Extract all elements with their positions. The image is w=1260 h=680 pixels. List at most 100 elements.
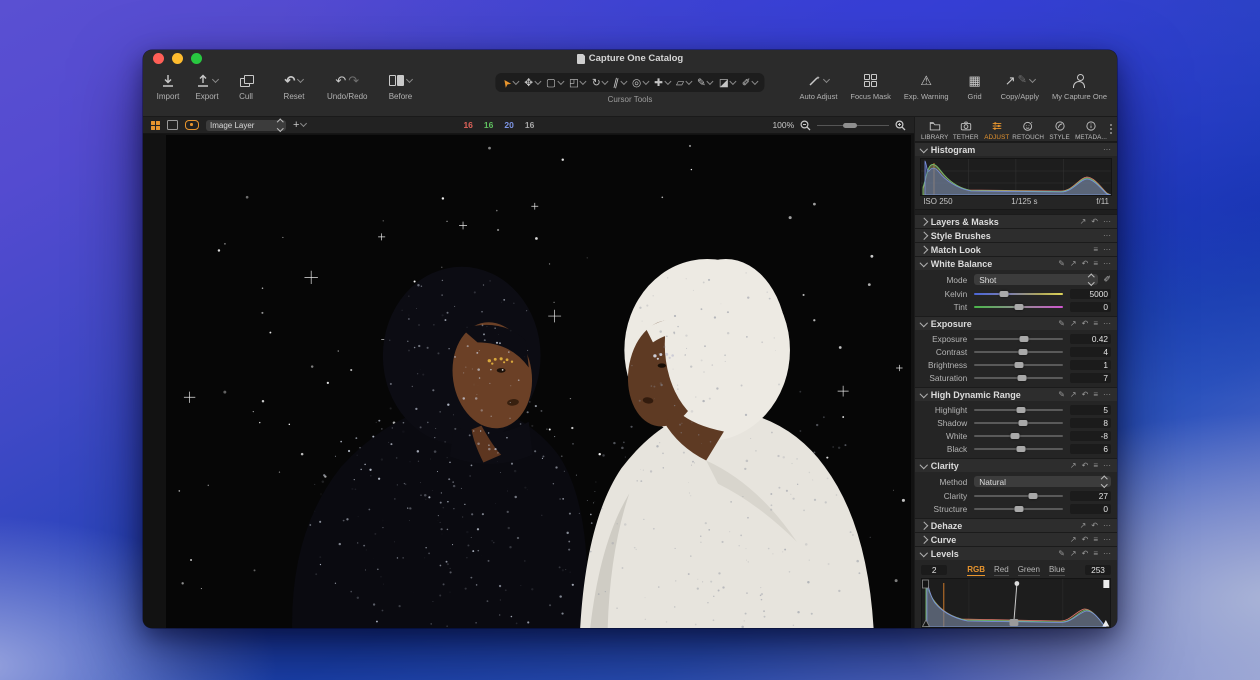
panel-header-dehaze[interactable]: Dehaze ↗ ↶ ··· xyxy=(915,518,1117,532)
exposure-slider[interactable] xyxy=(974,334,1063,344)
more-tools-icon[interactable] xyxy=(1107,120,1115,134)
presets-menu-icon[interactable]: ≡ xyxy=(1093,462,1098,470)
undo-icon[interactable]: ↶ xyxy=(335,74,346,87)
tab-retouch[interactable]: RETOUCH xyxy=(1012,120,1044,141)
export-button[interactable]: Export xyxy=(194,71,220,101)
local-adjust-icon[interactable]: ✎ xyxy=(1058,550,1065,558)
copy-adjustments-icon[interactable]: ↗ xyxy=(1070,536,1077,544)
channel-green[interactable]: Green xyxy=(1018,565,1040,576)
black-slider[interactable] xyxy=(974,444,1063,454)
panel-menu-icon[interactable]: ··· xyxy=(1103,391,1111,399)
local-adjust-icon[interactable]: ✎ xyxy=(1058,260,1065,268)
structure-value[interactable]: 0 xyxy=(1070,504,1111,514)
zoom-in-icon[interactable] xyxy=(895,120,906,131)
black-value[interactable]: 6 xyxy=(1070,444,1111,454)
panel-header-hdr[interactable]: High Dynamic Range ✎ ↗ ↶ ≡ ··· xyxy=(915,387,1117,401)
panel-menu-icon[interactable]: ··· xyxy=(1103,536,1111,544)
clarity-method-select[interactable]: Natural xyxy=(974,476,1111,487)
tint-slider[interactable] xyxy=(974,302,1063,312)
levels-input-shadow[interactable]: 2 xyxy=(921,565,947,575)
before-button[interactable]: Before xyxy=(387,71,413,101)
reset-adjustments-icon[interactable]: ↶ xyxy=(1091,218,1098,226)
copy-adjustments-icon[interactable]: ↗ xyxy=(1070,462,1077,470)
clarity-slider[interactable] xyxy=(974,491,1063,501)
tab-library[interactable]: LIBRARY xyxy=(919,120,950,141)
exposure-warning-button[interactable]: ⚠ Exp. Warning xyxy=(904,71,949,101)
my-capture-one-button[interactable]: My Capture One xyxy=(1052,71,1107,101)
levels-black-point-handle[interactable] xyxy=(923,580,929,588)
tab-metadata[interactable]: METADA... xyxy=(1075,120,1107,141)
presets-menu-icon[interactable]: ≡ xyxy=(1093,536,1098,544)
layer-select[interactable]: Image Layer xyxy=(206,120,286,131)
local-adjust-icon[interactable]: ✎ xyxy=(1058,320,1065,328)
kelvin-value[interactable]: 5000 xyxy=(1070,289,1111,299)
panel-header-match-look[interactable]: Match Look ≡ ··· xyxy=(915,242,1117,256)
channel-red[interactable]: Red xyxy=(994,565,1009,576)
copy-adjustments-icon[interactable]: ↗ xyxy=(1070,391,1077,399)
reset-adjustments-icon[interactable]: ↶ xyxy=(1091,522,1098,530)
highlight-value[interactable]: 5 xyxy=(1070,405,1111,415)
levels-white-point-handle[interactable] xyxy=(1104,580,1110,588)
undo-redo-buttons[interactable]: ↶↷ Undo/Redo xyxy=(327,71,367,101)
levels-histogram[interactable] xyxy=(921,578,1111,628)
reset-button[interactable]: ↶ Reset xyxy=(281,71,307,101)
viewer-mode-icon[interactable] xyxy=(167,120,178,130)
clone-tool[interactable]: ▱ xyxy=(676,78,691,88)
reset-adjustments-icon[interactable]: ↶ xyxy=(1082,536,1089,544)
exposure-value[interactable]: 0.42 xyxy=(1070,334,1111,344)
panel-menu-icon[interactable]: ··· xyxy=(1103,260,1111,268)
presets-menu-icon[interactable]: ≡ xyxy=(1093,550,1098,558)
panel-menu-icon[interactable]: ··· xyxy=(1103,550,1111,558)
reset-adjustments-icon[interactable]: ↶ xyxy=(1082,462,1089,470)
zoom-level[interactable]: 100% xyxy=(772,120,794,130)
spot-removal-tool[interactable]: ◎ xyxy=(632,78,648,88)
orientation-tool[interactable]: ▢ xyxy=(546,78,563,88)
panel-menu-icon[interactable]: ··· xyxy=(1103,522,1111,530)
white-value[interactable]: -8 xyxy=(1070,431,1111,441)
pan-tool[interactable]: ✥ xyxy=(524,78,540,88)
focus-mask-button[interactable]: Focus Mask xyxy=(850,71,890,101)
panel-menu-icon[interactable]: ··· xyxy=(1103,462,1111,470)
saturation-value[interactable]: 7 xyxy=(1070,373,1111,383)
white-slider[interactable] xyxy=(974,431,1063,441)
copy-adjustments-icon[interactable]: ↗ xyxy=(1070,260,1077,268)
wb-mode-select[interactable]: Shot xyxy=(974,274,1098,285)
draw-mask-tool[interactable]: ✎ xyxy=(697,78,713,88)
reset-adjustments-icon[interactable]: ↶ xyxy=(1082,320,1089,328)
crop-tool[interactable]: ◰ xyxy=(569,78,586,88)
straighten-tool[interactable]: ∥ xyxy=(614,78,626,88)
tab-style[interactable]: STYLE xyxy=(1044,120,1075,141)
rotate-tool[interactable]: ↻ xyxy=(592,78,608,88)
copy-apply-button[interactable]: ↗✎ Copy/Apply xyxy=(1001,71,1039,101)
channel-blue[interactable]: Blue xyxy=(1049,565,1065,576)
highlight-slider[interactable] xyxy=(974,405,1063,415)
wb-picker-icon[interactable]: ✐ xyxy=(1103,274,1111,285)
copy-adjustments-icon[interactable]: ↗ xyxy=(1070,320,1077,328)
brightness-value[interactable]: 1 xyxy=(1070,360,1111,370)
panel-header-layers-masks[interactable]: Layers & Masks ↗ ↶ ··· xyxy=(915,214,1117,228)
kelvin-slider[interactable] xyxy=(974,289,1063,299)
copy-adjustments-icon[interactable]: ↗ xyxy=(1080,522,1087,530)
clarity-value[interactable]: 27 xyxy=(1070,491,1111,501)
select-tool[interactable]: ➤ xyxy=(502,78,518,88)
redo-icon[interactable]: ↷ xyxy=(348,74,359,87)
cull-button[interactable]: Cull xyxy=(233,71,259,101)
zoom-out-icon[interactable] xyxy=(800,120,811,131)
copy-adjustments-icon[interactable]: ↗ xyxy=(1070,550,1077,558)
panel-header-style-brushes[interactable]: Style Brushes ··· xyxy=(915,228,1117,242)
saturation-slider[interactable] xyxy=(974,373,1063,383)
local-adjust-icon[interactable]: ✎ xyxy=(1058,391,1065,399)
shadow-slider[interactable] xyxy=(974,418,1063,428)
add-layer-button[interactable]: + xyxy=(293,119,306,131)
panel-menu-icon[interactable]: ··· xyxy=(1103,232,1111,240)
zoom-slider[interactable] xyxy=(817,121,889,129)
panel-header-exposure[interactable]: Exposure ✎ ↗ ↶ ≡ ··· xyxy=(915,316,1117,330)
shadow-value[interactable]: 8 xyxy=(1070,418,1111,428)
panel-menu-icon[interactable]: ··· xyxy=(1103,320,1111,328)
presets-menu-icon[interactable]: ≡ xyxy=(1093,246,1098,254)
panel-header-curve[interactable]: Curve ↗ ↶ ≡ ··· xyxy=(915,532,1117,546)
reset-adjustments-icon[interactable]: ↶ xyxy=(1082,260,1089,268)
contrast-value[interactable]: 4 xyxy=(1070,347,1111,357)
panel-header-white-balance[interactable]: White Balance ✎ ↗ ↶ ≡ ··· xyxy=(915,256,1117,270)
browser-grid-icon[interactable] xyxy=(151,121,160,130)
